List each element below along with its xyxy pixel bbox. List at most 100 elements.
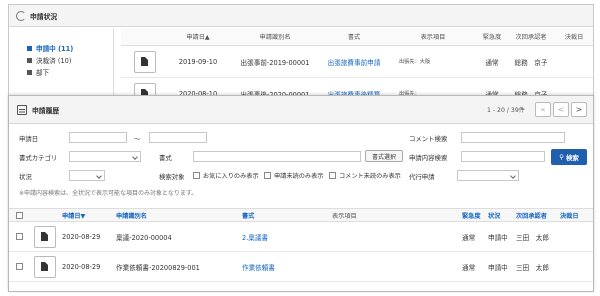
col-apply-date[interactable]: 申請日▲ bbox=[165, 32, 231, 41]
cell-form-link[interactable]: 作業依頼書 bbox=[239, 262, 329, 272]
folder-icon bbox=[27, 69, 32, 75]
status-tree: 申請中 (11) 決裁済 (10) 部下 bbox=[9, 28, 114, 97]
open-document-button[interactable] bbox=[33, 255, 56, 278]
status-clock-icon bbox=[15, 10, 26, 21]
table-row[interactable]: 2020-08-29 稟議-2020-00004 2.稟議書 通常 申請中 三田… bbox=[9, 222, 593, 252]
document-icon bbox=[141, 57, 148, 66]
col-form[interactable]: 書式 bbox=[239, 211, 329, 220]
double-chevron-left-icon: « bbox=[540, 105, 546, 114]
favorites-only-checkbox[interactable]: お気に入りのみ表示 bbox=[193, 171, 259, 180]
cell-urgency: 通常 bbox=[485, 58, 499, 67]
select-all-checkbox[interactable] bbox=[16, 211, 23, 219]
search-note: ※申請内容検索は、全状況で表示可能な項目のみ対象となります。 bbox=[19, 190, 198, 197]
tree-item-label: 申請中 (11) bbox=[36, 45, 74, 53]
cell-id: 稟議-2020-00004 bbox=[116, 233, 172, 242]
col-form[interactable]: 書式 bbox=[319, 32, 389, 41]
col-urgency[interactable]: 緊急度 bbox=[459, 211, 485, 220]
table-row[interactable]: 2020-08-29 作業依頼書-20200829-001 作業依頼書 通常 申… bbox=[9, 252, 593, 282]
col-display: 表示項目 bbox=[420, 34, 446, 41]
status-select[interactable] bbox=[69, 170, 105, 181]
history-list-icon bbox=[17, 104, 27, 115]
col-apply-id[interactable]: 申請識別名 bbox=[113, 211, 239, 220]
chevron-right-icon: > bbox=[575, 105, 583, 114]
prev-page-button[interactable]: < bbox=[553, 102, 569, 117]
chevron-left-icon: < bbox=[557, 105, 565, 114]
unread-apply-label: 申請未読のみ表示 bbox=[274, 173, 324, 180]
proxy-apply-select[interactable] bbox=[457, 170, 519, 181]
comment-search-input[interactable] bbox=[461, 132, 565, 143]
favorites-only-label: お気に入りのみ表示 bbox=[203, 173, 259, 180]
status-panel-header: 申請状況 bbox=[9, 5, 593, 27]
unread-comment-label: コメント未読のみ表示 bbox=[339, 173, 401, 180]
checkbox-box[interactable] bbox=[329, 172, 336, 179]
search-button-label: 検索 bbox=[565, 153, 579, 162]
folder-icon bbox=[27, 57, 32, 63]
unread-comment-checkbox[interactable]: コメント未読のみ表示 bbox=[329, 171, 401, 180]
history-panel-header: 申請履歴 1 - 20 / 39件 « < > bbox=[9, 96, 593, 124]
content-search-input[interactable] bbox=[461, 151, 545, 162]
col-decided-date[interactable]: 決裁日 bbox=[555, 32, 593, 41]
row-checkbox[interactable] bbox=[16, 263, 23, 270]
col-next-approver[interactable]: 次回承認者 bbox=[513, 211, 557, 220]
tree-item-label: 決裁済 (10) bbox=[36, 57, 72, 65]
cell-form-link[interactable]: 出張旅費事前申請 bbox=[319, 57, 389, 67]
search-button[interactable]: ⚲ 検索 bbox=[551, 149, 587, 165]
col-status[interactable]: 状況 bbox=[485, 211, 513, 220]
table-row[interactable]: 2019-09-10 出張事前-2019-00001 出張旅費事前申請 出張先：… bbox=[121, 46, 593, 78]
status-panel-title: 申請状況 bbox=[30, 12, 58, 21]
tree-item-label: 部下 bbox=[36, 69, 50, 77]
apply-date-from-input[interactable] bbox=[69, 132, 127, 143]
tree-item-subordinates[interactable]: 部下 bbox=[9, 66, 113, 78]
cell-approver: 総務 京子 bbox=[514, 58, 548, 67]
search-icon: ⚲ bbox=[559, 153, 564, 161]
checkbox-box[interactable] bbox=[264, 172, 271, 179]
form-category-select[interactable] bbox=[69, 151, 141, 162]
cell-approver: 三田 太郎 bbox=[516, 263, 549, 272]
cell-urgency: 通常 bbox=[462, 233, 476, 242]
cell-status: 申請中 bbox=[488, 263, 508, 272]
apply-date-label: 申請日 bbox=[19, 135, 39, 143]
history-panel-title: 申請履歴 bbox=[32, 106, 60, 115]
history-table: 申請日▼ 申請識別名 書式 表示項目 緊急度 状況 次回承認者 決裁日 2020… bbox=[9, 208, 593, 282]
unread-apply-checkbox[interactable]: 申請未読のみ表示 bbox=[264, 171, 324, 180]
cell-id: 出張事前-2019-00001 bbox=[240, 58, 310, 67]
status-label: 状況 bbox=[19, 173, 32, 181]
cell-id: 作業依頼書-20200829-001 bbox=[116, 263, 200, 272]
col-decided-date[interactable]: 決裁日 bbox=[557, 211, 587, 220]
cell-date: 2020-08-29 bbox=[62, 232, 101, 241]
apply-date-to-input[interactable] bbox=[149, 132, 207, 143]
search-target-label: 検索対象 bbox=[159, 173, 185, 181]
col-apply-id[interactable]: 申請識別名 bbox=[231, 32, 319, 41]
col-next-approver[interactable]: 次回承認者 bbox=[507, 32, 555, 41]
open-document-button[interactable] bbox=[33, 225, 56, 248]
status-table-header: 申請日▲ 申請識別名 書式 表示項目 緊急度 次回承認者 決裁日 bbox=[121, 28, 593, 46]
form-label: 書式 bbox=[159, 154, 172, 162]
first-page-button[interactable]: « bbox=[535, 102, 551, 117]
col-display: 表示項目 bbox=[332, 212, 357, 220]
tree-item-pending[interactable]: 申請中 (11) bbox=[9, 42, 113, 54]
next-page-button[interactable]: > bbox=[571, 102, 587, 117]
status-table: 申請日▲ 申請識別名 書式 表示項目 緊急度 次回承認者 決裁日 2019-09… bbox=[121, 28, 593, 97]
cell-date: 2019-09-10 bbox=[178, 57, 218, 66]
cell-urgency: 通常 bbox=[462, 263, 476, 272]
cell-display: 出張先：大阪 bbox=[399, 59, 431, 65]
cell-form-link[interactable]: 2.稟議書 bbox=[239, 232, 329, 242]
form-input[interactable] bbox=[193, 151, 361, 162]
comment-search-label: コメント検索 bbox=[409, 135, 448, 143]
cell-date: 2020-08-29 bbox=[62, 262, 101, 271]
col-urgency[interactable]: 緊急度 bbox=[477, 32, 507, 41]
date-range-separator: ～ bbox=[134, 135, 141, 143]
status-panel: 申請状況 申請中 (11) 決裁済 (10) 部下 申請日▲ 申請識別名 書式 … bbox=[8, 4, 594, 98]
col-apply-date[interactable]: 申請日▼ bbox=[59, 211, 113, 220]
cell-approver: 三田 太郎 bbox=[516, 233, 549, 242]
form-category-label: 書式カテゴリ bbox=[19, 154, 58, 162]
page-range: 1 - 20 / 39件 bbox=[486, 107, 525, 114]
content-search-label: 申請内容検索 bbox=[409, 154, 448, 162]
row-checkbox[interactable] bbox=[16, 233, 23, 240]
open-document-button[interactable] bbox=[133, 50, 156, 73]
tree-item-approved[interactable]: 決裁済 (10) bbox=[9, 54, 113, 66]
form-select-button[interactable]: 書式選択 bbox=[365, 150, 403, 162]
checkbox-box[interactable] bbox=[193, 172, 200, 179]
document-icon bbox=[41, 262, 48, 271]
folder-icon bbox=[27, 45, 32, 51]
